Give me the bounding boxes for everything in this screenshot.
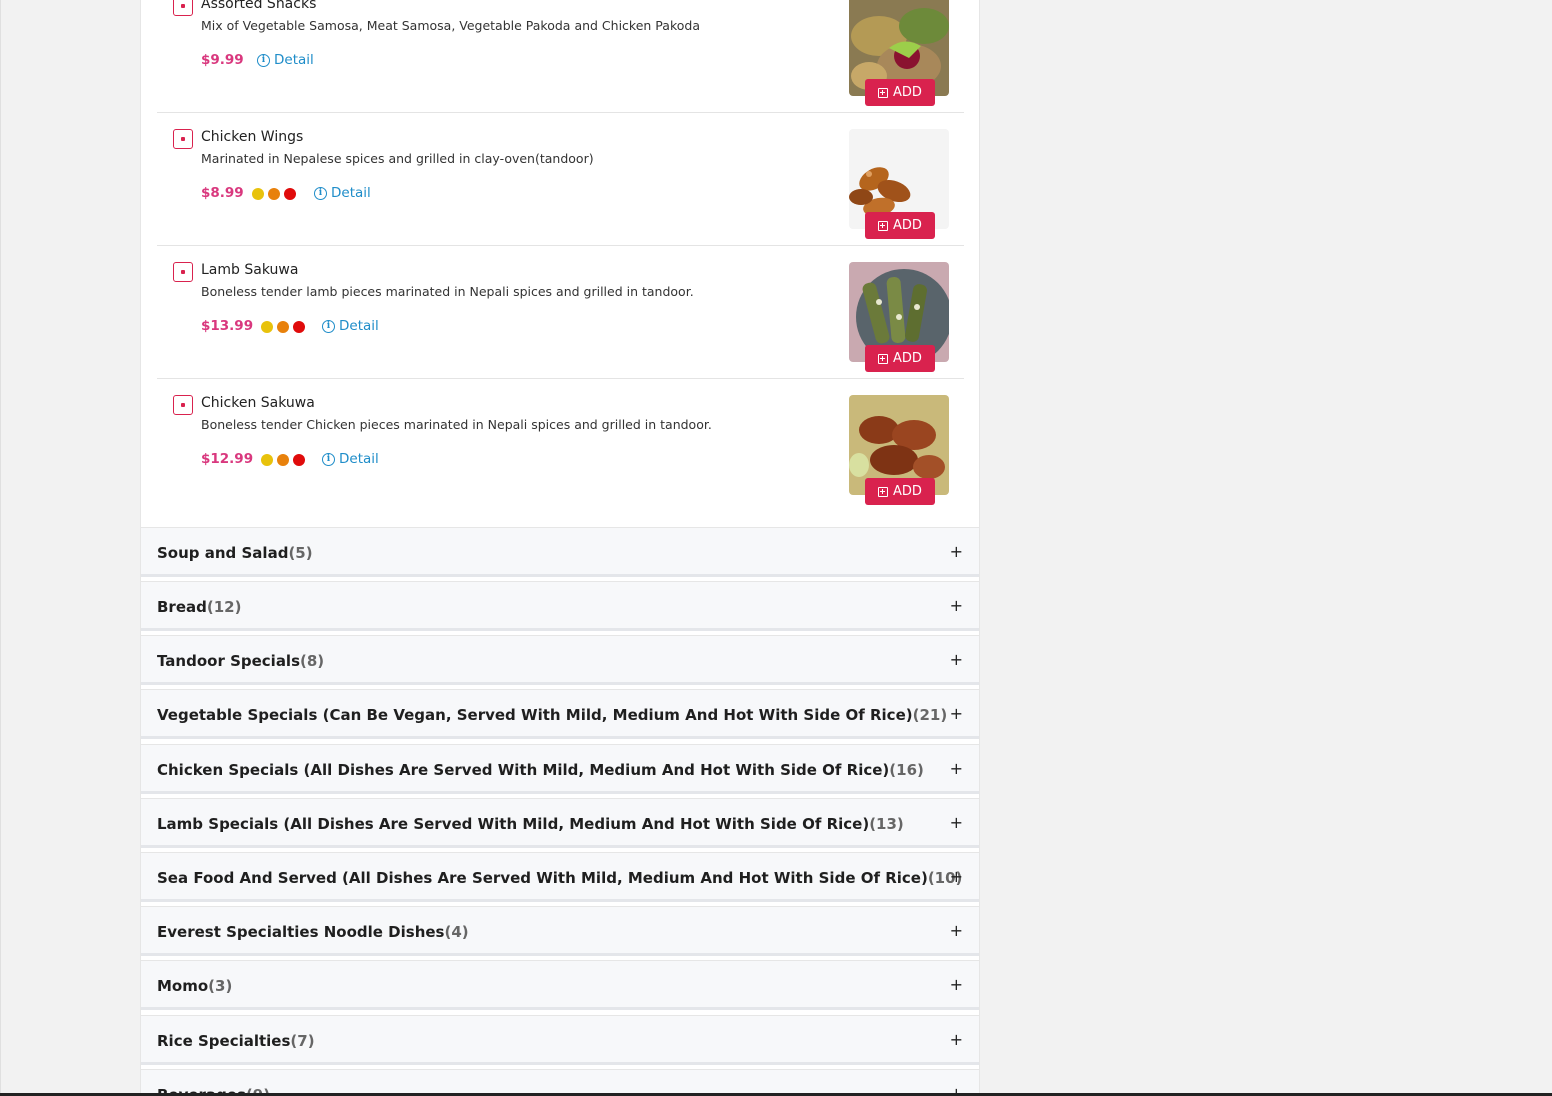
page-left-edge	[0, 0, 1, 1096]
category-row[interactable]: Lamb Specials (All Dishes Are Served Wit…	[141, 798, 979, 848]
expand-plus-icon[interactable]: +	[950, 542, 963, 561]
category-row[interactable]: Rice Specialties(7) +	[141, 1015, 979, 1065]
item-description: Mix of Vegetable Samosa, Meat Samosa, Ve…	[201, 18, 700, 33]
expand-plus-icon[interactable]: +	[950, 867, 963, 886]
detail-label: Detail	[331, 185, 371, 201]
menu-item: Chicken Sakuwa Boneless tender Chicken p…	[157, 379, 964, 512]
category-count: (7)	[290, 1032, 315, 1050]
category-row[interactable]: Beverages(9) +	[141, 1069, 979, 1096]
item-name: Chicken Sakuwa	[201, 395, 315, 411]
category-row[interactable]: Vegetable Specials (Can Be Vegan, Served…	[141, 689, 979, 739]
category-title: Bread(12)	[157, 598, 242, 616]
expand-plus-icon[interactable]: +	[950, 975, 963, 994]
add-button[interactable]: ADD	[865, 345, 935, 372]
category-title: Tandoor Specials(8)	[157, 652, 325, 670]
info-icon: i	[314, 186, 327, 200]
plus-box-icon	[878, 87, 889, 98]
spice-dot-icon	[293, 321, 305, 333]
detail-link[interactable]: i Detail	[314, 185, 371, 201]
info-icon: i	[322, 452, 335, 466]
detail-link[interactable]: i Detail	[322, 451, 379, 467]
spice-dot-icon	[277, 321, 289, 333]
spice-dot-icon	[293, 454, 305, 466]
category-title: Rice Specialties(7)	[157, 1032, 315, 1050]
add-label: ADD	[893, 484, 922, 499]
category-count: (13)	[869, 815, 904, 833]
category-row[interactable]: Bread(12) +	[141, 581, 979, 631]
plus-box-icon	[878, 353, 889, 364]
spice-dot-icon	[284, 188, 296, 200]
category-row[interactable]: Soup and Salad(5) +	[141, 527, 979, 577]
expand-plus-icon[interactable]: +	[950, 596, 963, 615]
category-count: (5)	[288, 544, 313, 562]
info-icon: i	[322, 319, 335, 333]
category-row[interactable]: Momo(3) +	[141, 960, 979, 1010]
category-row[interactable]: Everest Specialties Noodle Dishes(4) +	[141, 906, 979, 956]
category-count: (4)	[444, 923, 469, 941]
expand-plus-icon[interactable]: +	[950, 759, 963, 778]
spice-dot-icon	[252, 188, 264, 200]
category-row[interactable]: Chicken Specials (All Dishes Are Served …	[141, 744, 979, 794]
expand-plus-icon[interactable]: +	[950, 650, 963, 669]
detail-link[interactable]: i Detail	[322, 318, 379, 334]
item-description: Boneless tender Chicken pieces marinated…	[201, 417, 712, 432]
add-label: ADD	[893, 351, 922, 366]
category-count: (3)	[208, 977, 233, 995]
expand-plus-icon[interactable]: +	[950, 813, 963, 832]
add-button[interactable]: ADD	[865, 478, 935, 505]
item-price: $13.99	[201, 318, 254, 334]
menu-item: Assorted Snacks Mix of Vegetable Samosa,…	[157, 0, 964, 113]
item-price: $9.99	[201, 52, 244, 68]
add-button[interactable]: ADD	[865, 79, 935, 106]
expand-plus-icon[interactable]: +	[950, 1030, 963, 1049]
spice-dot-icon	[277, 454, 289, 466]
category-title: Lamb Specials (All Dishes Are Served Wit…	[157, 815, 904, 833]
expand-plus-icon[interactable]: +	[950, 704, 963, 723]
food-type-marker-icon	[173, 129, 193, 149]
item-description: Marinated in Nepalese spices and grilled…	[201, 151, 594, 166]
menu-item: Chicken Wings Marinated in Nepalese spic…	[157, 113, 964, 246]
menu-item: Lamb Sakuwa Boneless tender lamb pieces …	[157, 246, 964, 379]
category-title: Everest Specialties Noodle Dishes(4)	[157, 923, 469, 941]
spice-dot-icon	[261, 454, 273, 466]
spice-level-indicator	[261, 454, 305, 466]
category-title: Chicken Specials (All Dishes Are Served …	[157, 761, 924, 779]
detail-label: Detail	[339, 318, 379, 334]
plus-box-icon	[878, 486, 889, 497]
food-type-marker-icon	[173, 262, 193, 282]
spice-dot-icon	[261, 321, 273, 333]
item-price: $8.99	[201, 185, 244, 201]
category-count: (21)	[912, 706, 948, 724]
food-type-marker-icon	[173, 395, 193, 415]
item-name: Assorted Snacks	[201, 0, 317, 12]
info-icon: i	[257, 53, 270, 67]
item-description: Boneless tender lamb pieces marinated in…	[201, 284, 694, 299]
detail-link[interactable]: i Detail	[257, 52, 314, 68]
add-button[interactable]: ADD	[865, 212, 935, 239]
category-row[interactable]: Tandoor Specials(8) +	[141, 635, 979, 685]
food-type-marker-icon	[173, 0, 193, 16]
spice-dot-icon	[268, 188, 280, 200]
category-count: (8)	[300, 652, 325, 670]
menu-panel: Assorted Snacks Mix of Vegetable Samosa,…	[140, 0, 980, 1096]
spice-level-indicator	[252, 188, 296, 200]
add-label: ADD	[893, 218, 922, 233]
category-title: Sea Food And Served (All Dishes Are Serv…	[157, 869, 963, 887]
plus-box-icon	[878, 220, 889, 231]
expand-plus-icon[interactable]: +	[950, 921, 963, 940]
category-count: (16)	[889, 761, 924, 779]
spice-level-indicator	[261, 321, 305, 333]
category-count: (12)	[206, 598, 242, 616]
category-title: Soup and Salad(5)	[157, 544, 313, 562]
item-price: $12.99	[201, 451, 254, 467]
item-name: Chicken Wings	[201, 129, 304, 145]
detail-label: Detail	[274, 52, 314, 68]
category-title: Momo(3)	[157, 977, 233, 995]
add-label: ADD	[893, 85, 922, 100]
item-name: Lamb Sakuwa	[201, 262, 299, 278]
detail-label: Detail	[339, 451, 379, 467]
category-row[interactable]: Sea Food And Served (All Dishes Are Serv…	[141, 852, 979, 902]
category-title: Vegetable Specials (Can Be Vegan, Served…	[157, 706, 948, 724]
